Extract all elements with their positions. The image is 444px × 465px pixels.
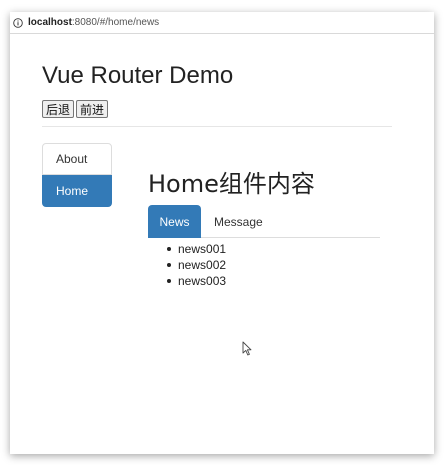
news-item-label: news001 bbox=[178, 242, 227, 256]
news-item-label: news002 bbox=[178, 258, 227, 272]
back-button[interactable]: 后退 bbox=[42, 100, 75, 118]
bullet-icon bbox=[167, 279, 171, 283]
sidebar-item-home[interactable]: Home bbox=[42, 175, 112, 207]
info-icon[interactable] bbox=[13, 17, 23, 28]
sidebar-item-about[interactable]: About bbox=[42, 143, 112, 175]
news-item-label: news003 bbox=[178, 274, 227, 288]
sidebar-item-label: Home bbox=[56, 183, 89, 198]
tab-news[interactable]: News bbox=[148, 205, 201, 238]
home-content-title: Home组件内容 bbox=[148, 170, 315, 198]
sidebar-nav: About Home bbox=[42, 143, 112, 207]
forward-button[interactable]: 前进 bbox=[76, 100, 109, 118]
url-host: localhost bbox=[28, 17, 72, 28]
browser-window: localhost :8080/#/home/news Vue Router D… bbox=[10, 12, 434, 454]
app-title: Vue Router Demo bbox=[42, 62, 234, 89]
mouse-cursor-icon bbox=[242, 341, 254, 357]
bullet-icon bbox=[167, 263, 171, 267]
home-tabs: News Message bbox=[148, 205, 380, 238]
list-item: news003 bbox=[167, 273, 226, 289]
list-item: news002 bbox=[167, 257, 226, 273]
sidebar-item-label: About bbox=[56, 152, 88, 166]
history-buttons: 后退 前进 bbox=[42, 100, 110, 118]
news-list: news001 news002 news003 bbox=[167, 241, 226, 289]
header-divider bbox=[42, 126, 392, 127]
bullet-icon bbox=[167, 247, 171, 251]
list-item: news001 bbox=[167, 241, 226, 257]
url-path: :8080/#/home/news bbox=[71, 17, 160, 28]
address-bar[interactable]: localhost :8080/#/home/news bbox=[10, 12, 434, 34]
tab-message[interactable]: Message bbox=[214, 205, 274, 238]
